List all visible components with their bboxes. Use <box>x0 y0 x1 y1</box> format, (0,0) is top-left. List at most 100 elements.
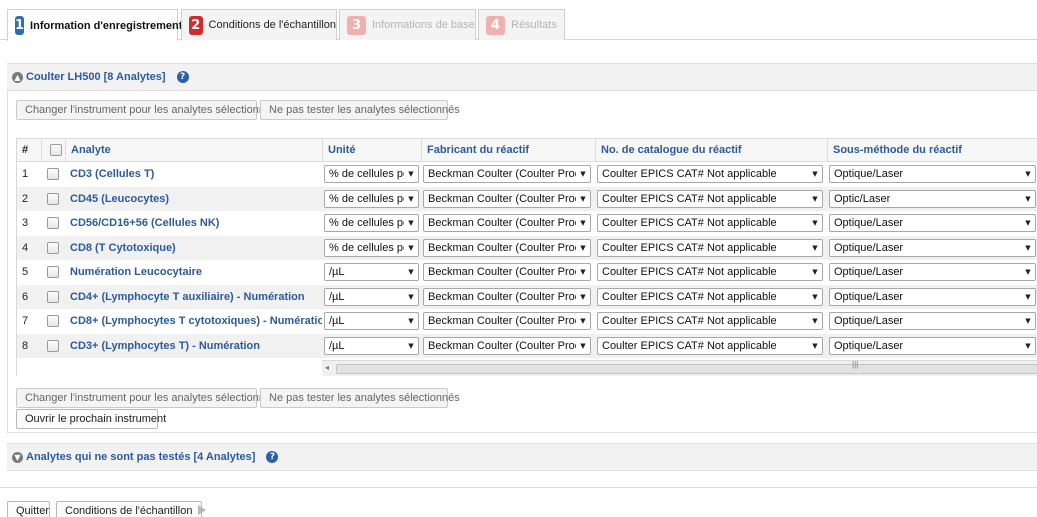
instrument-panel-header[interactable]: ▲ Coulter LH500 [8 Analytes] ? <box>7 63 1037 91</box>
maker-select[interactable]: Beckman Coulter (Coulter Products ▼ <box>423 189 591 208</box>
row-checkbox-cell <box>41 162 65 187</box>
submethod-select[interactable]: Optique/Laser ▼ <box>829 336 1036 355</box>
maker-cell: Beckman Coulter (Coulter Products ▼ <box>421 211 595 236</box>
header-submethod[interactable]: Sous-méthode du réactif <box>827 139 1037 161</box>
row-checkbox[interactable] <box>47 241 59 254</box>
row-checkbox-cell <box>41 187 65 212</box>
dropdown-arrow-icon: ▼ <box>812 317 818 326</box>
unit-select[interactable]: % de cellules pos ▼ <box>324 165 419 184</box>
catalog-select[interactable]: Coulter EPICS CAT# Not applicable ▼ <box>597 263 823 282</box>
analyte-name-cell: Numération Leucocytaire <box>65 260 322 285</box>
submethod-select[interactable]: Optique/Laser ▼ <box>829 238 1036 257</box>
row-checkbox[interactable] <box>47 217 59 230</box>
maker-select[interactable]: Beckman Coulter (Coulter Products ▼ <box>423 287 591 306</box>
row-number: 6 <box>22 290 29 303</box>
unit-select[interactable]: /µL ▼ <box>324 263 419 282</box>
help-icon[interactable]: ? <box>176 71 189 83</box>
unit-cell: /µL ▼ <box>322 309 421 334</box>
tab-label: Conditions de l'échantillon <box>208 19 336 31</box>
catalog-select[interactable]: Coulter EPICS CAT# Not applicable ▼ <box>597 165 823 184</box>
submethod-select[interactable]: Optique/Laser ▼ <box>829 263 1036 282</box>
analyte-link[interactable]: CD8+ (Lymphocytes T cytotoxiques) - Numé… <box>70 315 322 327</box>
catalog-value: Coulter EPICS CAT# Not applicable <box>602 217 777 230</box>
maker-select[interactable]: Beckman Coulter (Coulter Products ▼ <box>423 312 591 331</box>
tab-results: 4 Résultats <box>478 9 565 40</box>
analyte-link[interactable]: CD3+ (Lymphocytes T) - Numération <box>70 340 260 352</box>
header-maker[interactable]: Fabricant du réactif <box>421 139 595 161</box>
analyte-link[interactable]: Numération Leucocytaire <box>70 266 202 278</box>
catalog-cell: Coulter EPICS CAT# Not applicable ▼ <box>595 309 827 334</box>
submethod-cell: Optique/Laser ▼ <box>827 334 1037 359</box>
skip-analytes-button[interactable]: Ne pas tester les analytes sélectionnés <box>260 100 460 120</box>
catalog-select[interactable]: Coulter EPICS CAT# Not applicable ▼ <box>597 189 823 208</box>
analyte-link[interactable]: CD4+ (Lymphocyte T auxiliaire) - Numérat… <box>70 291 305 303</box>
header-analyte[interactable]: Analyte <box>65 139 322 161</box>
analyte-link[interactable]: CD8 (T Cytotoxique) <box>70 242 176 254</box>
unit-select[interactable]: % de cellules pos ▼ <box>324 189 419 208</box>
unit-select[interactable]: % de cellules pos ▼ <box>324 214 419 233</box>
row-checkbox[interactable] <box>47 192 59 205</box>
dropdown-arrow-icon: ▼ <box>408 292 414 301</box>
catalog-select[interactable]: Coulter EPICS CAT# Not applicable ▼ <box>597 238 823 257</box>
maker-select[interactable]: Beckman Coulter (Coulter Products ▼ <box>423 165 591 184</box>
chevron-down-circle-icon[interactable]: ▼ <box>12 451 23 463</box>
change-instrument-button-bottom[interactable]: Changer l'instrument pour les analytes s… <box>16 388 277 408</box>
dropdown-arrow-icon: ▼ <box>580 194 586 203</box>
row-number: 4 <box>22 241 29 254</box>
submethod-select[interactable]: Optique/Laser ▼ <box>829 312 1036 331</box>
unit-select[interactable]: /µL ▼ <box>324 287 419 306</box>
submethod-cell: Optique/Laser ▼ <box>827 285 1037 310</box>
row-checkbox[interactable] <box>47 315 59 328</box>
open-next-instrument-button[interactable]: Ouvrir le prochain instrument <box>16 409 166 429</box>
catalog-select[interactable]: Coulter EPICS CAT# Not applicable ▼ <box>597 312 823 331</box>
help-icon[interactable]: ? <box>266 451 279 463</box>
unit-value: /µL <box>329 315 345 328</box>
analyte-link[interactable]: CD56/CD16+56 (Cellules NK) <box>70 217 219 229</box>
chevron-up-circle-icon[interactable]: ▲ <box>12 71 23 83</box>
submethod-select[interactable]: Optique/Laser ▼ <box>829 165 1036 184</box>
quit-button[interactable]: Quitter <box>7 501 50 517</box>
change-instrument-button[interactable]: Changer l'instrument pour les analytes s… <box>16 100 277 120</box>
select-all-checkbox[interactable] <box>50 144 62 156</box>
unit-cell: % de cellules pos ▼ <box>322 211 421 236</box>
analyte-link[interactable]: CD45 (Leucocytes) <box>70 193 169 205</box>
dropdown-arrow-icon: ▼ <box>1025 268 1031 277</box>
header-catalog[interactable]: No. de catalogue du réactif <box>595 139 827 161</box>
submethod-select[interactable]: Optique/Laser ▼ <box>829 287 1036 306</box>
tab-registration-info[interactable]: 1 Information d'enregistrement <box>7 9 182 41</box>
scroll-left-arrow-icon[interactable]: ◂ <box>325 363 329 372</box>
analyte-link[interactable]: CD3 (Cellules T) <box>70 168 154 180</box>
maker-select[interactable]: Beckman Coulter (Coulter Products ▼ <box>423 263 591 282</box>
catalog-select[interactable]: Coulter EPICS CAT# Not applicable ▼ <box>597 287 823 306</box>
catalog-select[interactable]: Coulter EPICS CAT# Not applicable ▼ <box>597 336 823 355</box>
row-checkbox[interactable] <box>47 290 59 303</box>
horizontal-scrollbar[interactable]: ◂ ||| <box>322 360 1037 376</box>
maker-select[interactable]: Beckman Coulter (Coulter Products ▼ <box>423 336 591 355</box>
analyte-name-cell: CD8 (T Cytotoxique) <box>65 236 322 261</box>
untested-panel-header[interactable]: ▼ Analytes qui ne sont pas testés [4 Ana… <box>7 443 1037 471</box>
catalog-value: Coulter EPICS CAT# Not applicable <box>602 339 777 352</box>
unit-select[interactable]: /µL ▼ <box>324 312 419 331</box>
unit-cell: /µL ▼ <box>322 334 421 359</box>
submethod-select[interactable]: Optic/Laser ▼ <box>829 189 1036 208</box>
header-unit[interactable]: Unité <box>322 139 421 161</box>
row-checkbox[interactable] <box>47 168 59 181</box>
tab-sample-conditions[interactable]: 2 Conditions de l'échantillon <box>181 9 337 40</box>
maker-select[interactable]: Beckman Coulter (Coulter Products ▼ <box>423 214 591 233</box>
unit-select[interactable]: % de cellules pos ▼ <box>324 238 419 257</box>
analyte-name-cell: CD56/CD16+56 (Cellules NK) <box>65 211 322 236</box>
row-checkbox-cell <box>41 285 65 310</box>
row-checkbox[interactable] <box>47 339 59 352</box>
submethod-select[interactable]: Optique/Laser ▼ <box>829 214 1036 233</box>
next-sample-conditions-button[interactable]: Conditions de l'échantillon <box>56 501 207 517</box>
scrollbar-thumb[interactable] <box>336 364 1037 374</box>
dropdown-arrow-icon: ▼ <box>580 341 586 350</box>
row-number: 3 <box>22 217 29 230</box>
catalog-select[interactable]: Coulter EPICS CAT# Not applicable ▼ <box>597 214 823 233</box>
unit-value: /µL <box>329 266 345 279</box>
row-checkbox[interactable] <box>47 266 59 279</box>
unit-select[interactable]: /µL ▼ <box>324 336 419 355</box>
skip-analytes-button-bottom[interactable]: Ne pas tester les analytes sélectionnés <box>260 388 460 408</box>
maker-select[interactable]: Beckman Coulter (Coulter Products ▼ <box>423 238 591 257</box>
unit-value: /µL <box>329 290 345 303</box>
